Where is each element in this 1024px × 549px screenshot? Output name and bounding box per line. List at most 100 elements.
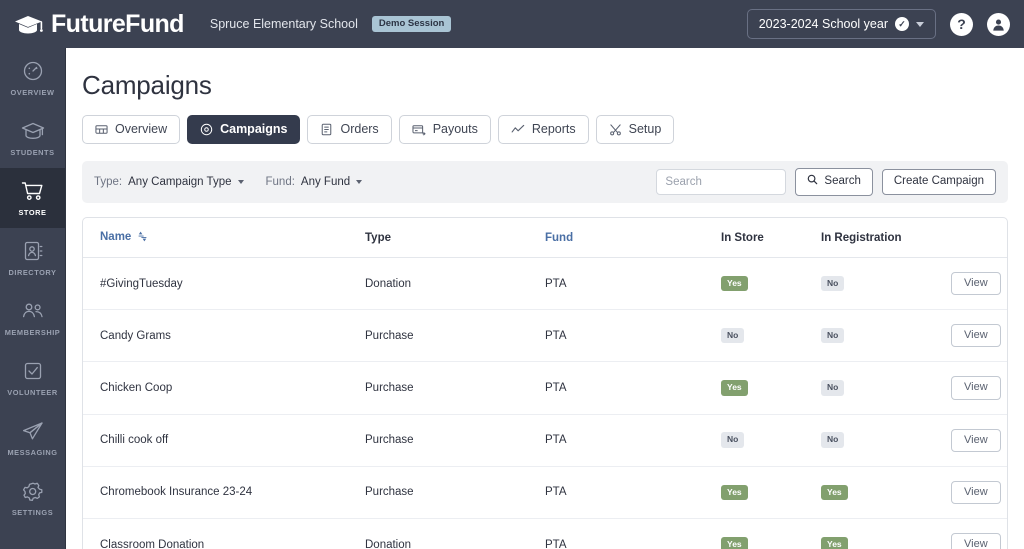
column-header-in-store: In Store — [721, 218, 821, 258]
create-campaign-button[interactable]: Create Campaign — [881, 169, 996, 195]
filter-type-label: Type: — [94, 176, 123, 188]
chevron-down-icon — [356, 180, 363, 184]
people-group-icon — [20, 299, 46, 323]
gauge-icon — [20, 59, 46, 83]
sidebar-item-overview[interactable]: OVERVIEW — [0, 48, 65, 108]
top-bar-actions: 2023-2024 School year ✓ ? — [746, 9, 1010, 39]
table-row[interactable]: Chromebook Insurance 23-24 Purchase PTA Yes… — [83, 466, 1007, 519]
logo-text: FutureFund — [51, 9, 184, 38]
tab-setup[interactable]: Setup — [595, 115, 675, 144]
tab-label: Orders — [340, 122, 379, 136]
tab-orders[interactable]: Orders — [307, 115, 392, 144]
filter-type: Type: Any Campaign Type — [94, 176, 244, 188]
sort-arrows-icon — [138, 231, 147, 245]
cell-campaign-fund: PTA — [545, 414, 721, 467]
cell-in-store: No — [721, 309, 821, 363]
column-header-type: Type — [365, 218, 545, 258]
search-button-label: Search — [824, 175, 861, 188]
page-title: Campaigns — [82, 70, 212, 100]
column-header-name[interactable]: Name — [83, 218, 365, 258]
table-row[interactable]: #GivingTuesday Donation PTA Yes No View — [83, 257, 1007, 311]
cell-campaign-type: Purchase — [365, 309, 545, 363]
list-doc-icon — [320, 123, 333, 136]
account-button[interactable] — [987, 12, 1010, 36]
filter-type-value: Any Campaign Type — [128, 176, 232, 188]
cell-in-store: Yes — [721, 518, 821, 549]
view-campaign-button[interactable]: View — [951, 428, 1001, 452]
tab-reports[interactable]: Reports — [497, 115, 589, 144]
tools-icon — [609, 123, 622, 136]
help-button[interactable]: ? — [950, 12, 973, 36]
section-tabs: Overview Campaigns Orders Payouts Report… — [82, 115, 1008, 144]
cell-campaign-fund: PTA — [545, 309, 721, 363]
sidebar-item-settings[interactable]: SETTINGS — [0, 468, 65, 528]
status-badge: No — [821, 328, 845, 344]
table-header-row: Name Type Fund In Store In Registration — [83, 218, 1007, 258]
status-badge: No — [721, 432, 745, 448]
shopping-cart-icon — [20, 179, 46, 203]
sidebar-label: STORE — [18, 208, 47, 217]
search-button[interactable]: Search — [795, 168, 873, 196]
school-year-label: 2023-2024 School year — [758, 17, 888, 31]
column-header-in-registration: In Registration — [821, 218, 951, 258]
cell-campaign-type: Donation — [365, 257, 545, 311]
table-row[interactable]: Chilli cook off Purchase PTA No No View — [83, 414, 1007, 467]
sidebar-item-students[interactable]: STUDENTS — [0, 108, 65, 168]
sidebar-label: MEMBERSHIP — [4, 328, 61, 337]
view-campaign-button[interactable]: View — [951, 480, 1001, 504]
cell-in-registration: No — [821, 361, 951, 415]
cell-in-store: No — [721, 414, 821, 467]
status-badge: No — [721, 328, 745, 344]
sidebar-item-messaging[interactable]: MESSAGING — [0, 408, 65, 468]
sidebar-nav: OVERVIEW STUDENTS STORE DIRECTORY MEMBER… — [0, 48, 66, 549]
chevron-down-icon — [916, 21, 924, 27]
filter-bar: Type: Any Campaign Type Fund: Any Fund S… — [82, 161, 1008, 203]
tab-label: Setup — [628, 122, 662, 136]
cell-campaign-type: Purchase — [365, 466, 545, 519]
view-campaign-button[interactable]: View — [951, 376, 1001, 400]
paper-plane-icon — [20, 419, 46, 443]
view-campaign-button[interactable]: View — [951, 324, 1001, 348]
create-campaign-label: Create Campaign — [893, 175, 984, 188]
app-logo[interactable]: FutureFund — [14, 9, 184, 38]
target-icon — [200, 123, 213, 136]
line-chart-icon — [511, 123, 525, 136]
school-year-selector[interactable]: 2023-2024 School year ✓ — [746, 9, 936, 39]
sidebar-item-directory[interactable]: DIRECTORY — [0, 228, 65, 288]
tab-campaigns[interactable]: Campaigns — [187, 115, 301, 144]
sidebar-label: SETTINGS — [11, 508, 54, 517]
gear-icon — [20, 479, 46, 503]
filter-fund-dropdown[interactable]: Any Fund — [300, 176, 363, 188]
table-row[interactable]: Classroom Donation Donation PTA Yes Yes View — [83, 518, 1007, 549]
status-badge: No — [821, 275, 845, 292]
demo-session-badge: Demo Session — [371, 15, 452, 33]
cell-campaign-fund: PTA — [545, 257, 721, 311]
table-row[interactable]: Chicken Coop Purchase PTA Yes No View — [83, 361, 1007, 415]
filter-type-dropdown[interactable]: Any Campaign Type — [128, 176, 244, 188]
tab-payouts[interactable]: Payouts — [398, 115, 491, 144]
sidebar-item-store[interactable]: STORE — [0, 168, 65, 228]
tab-overview[interactable]: Overview — [82, 115, 181, 144]
checkbox-icon — [20, 359, 46, 383]
view-campaign-button[interactable]: View — [951, 532, 1001, 549]
campaigns-table-card: Name Type Fund In Store In Registration … — [82, 217, 1008, 549]
tab-label: Reports — [531, 122, 576, 136]
cell-campaign-type: Donation — [365, 518, 545, 549]
status-badge: Yes — [721, 380, 748, 396]
cell-campaign-type: Purchase — [365, 361, 545, 415]
column-header-fund[interactable]: Fund — [545, 218, 721, 258]
sidebar-label: OVERVIEW — [10, 88, 55, 97]
view-campaign-button[interactable]: View — [951, 272, 1001, 296]
column-header-name-label: Name — [100, 231, 132, 243]
cell-campaign-fund: PTA — [545, 361, 721, 415]
filter-fund-value: Any Fund — [300, 176, 351, 188]
cell-actions: View — [951, 466, 1007, 519]
sidebar-item-volunteer[interactable]: VOLUNTEER — [0, 348, 65, 408]
cell-in-store: Yes — [721, 361, 821, 415]
sidebar-item-membership[interactable]: MEMBERSHIP — [0, 288, 65, 348]
table-row[interactable]: Candy Grams Purchase PTA No No View — [83, 309, 1007, 363]
cell-campaign-name: #GivingTuesday — [83, 257, 365, 311]
search-input[interactable] — [656, 168, 787, 195]
cell-in-registration: No — [821, 309, 951, 363]
tab-label: Campaigns — [220, 122, 288, 136]
